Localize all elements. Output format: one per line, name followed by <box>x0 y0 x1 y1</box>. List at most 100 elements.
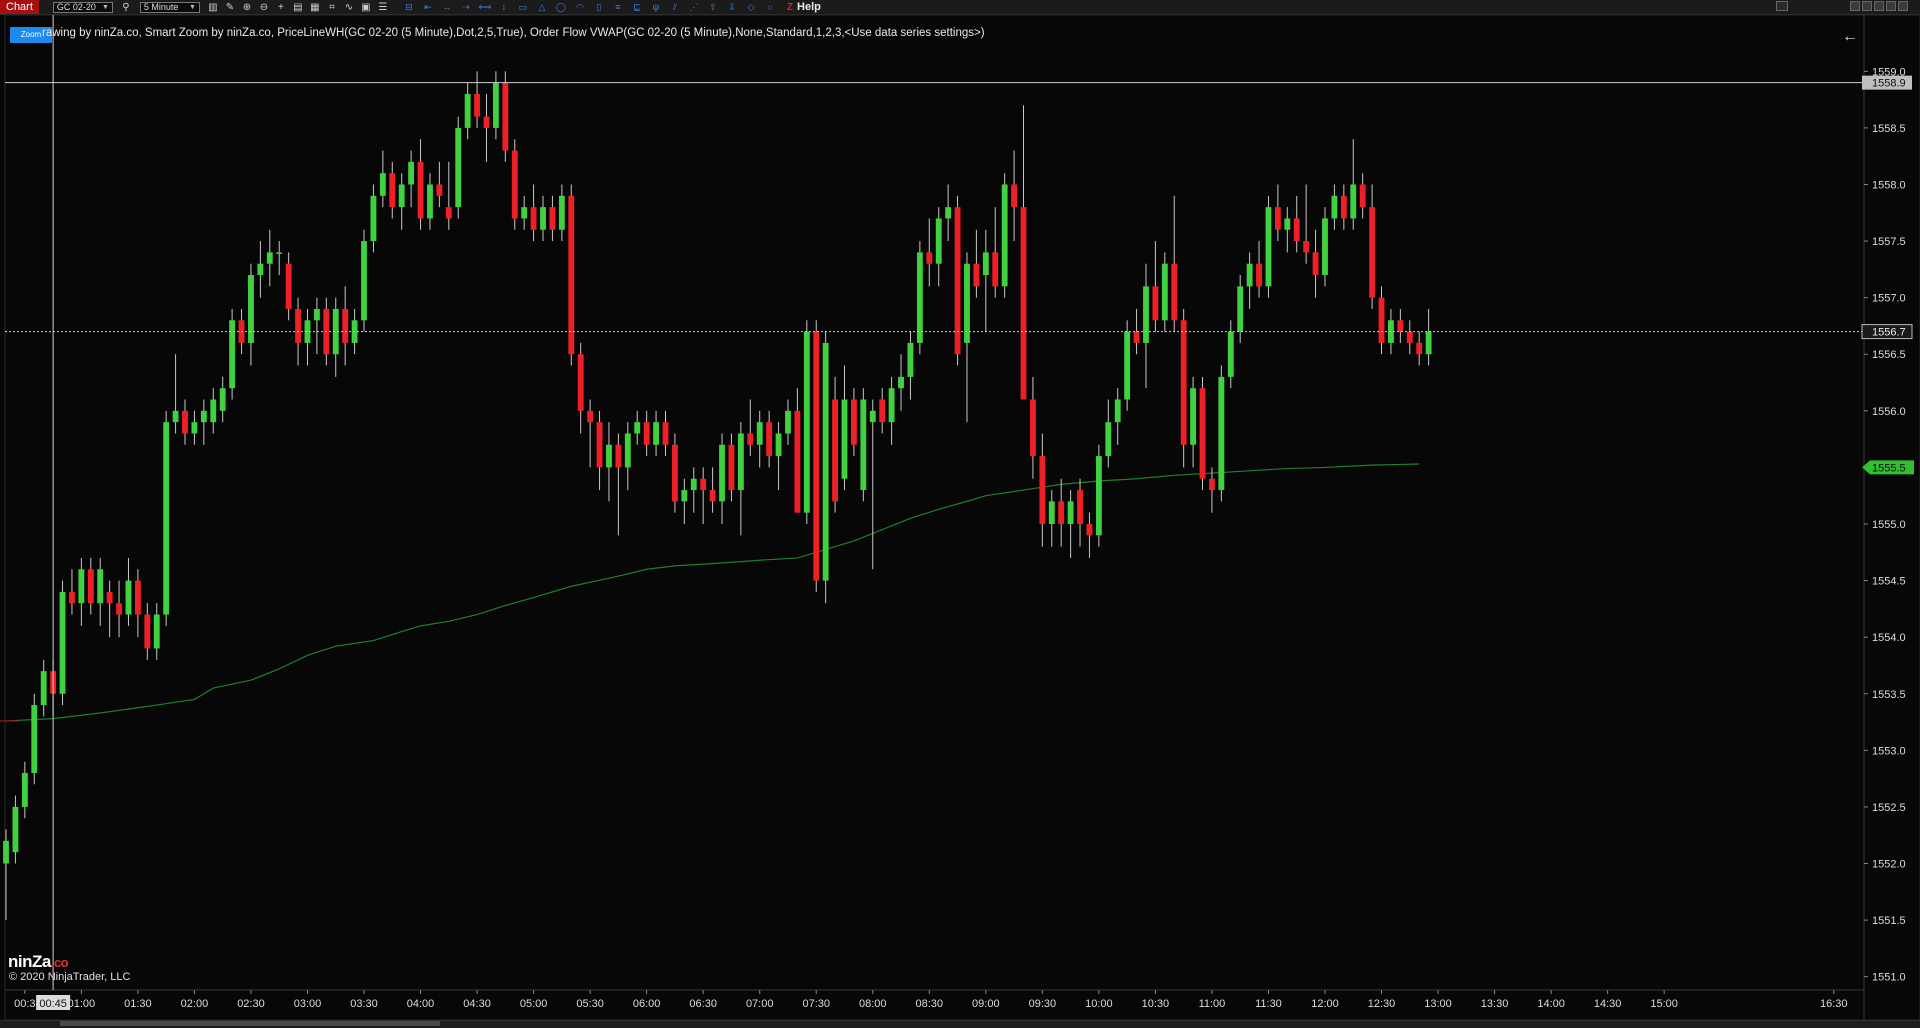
candle-down[interactable] <box>879 399 886 423</box>
candle-up[interactable] <box>606 444 612 468</box>
candle-up[interactable] <box>153 614 160 649</box>
candle-up[interactable] <box>1143 286 1149 343</box>
candle-up[interactable] <box>492 82 499 128</box>
candle-down[interactable] <box>1086 524 1093 536</box>
candle-up[interactable] <box>558 195 565 230</box>
candle-down[interactable] <box>709 490 716 502</box>
candle-down[interactable] <box>116 603 122 615</box>
candle-down[interactable] <box>1030 399 1036 457</box>
candle-up[interactable] <box>1227 331 1234 377</box>
candle-down[interactable] <box>813 331 820 581</box>
candle-up[interactable] <box>1190 388 1197 445</box>
candle-up[interactable] <box>12 806 19 853</box>
candle-down[interactable] <box>530 207 537 230</box>
candle-down[interactable] <box>144 614 151 649</box>
candle-up[interactable] <box>737 433 744 491</box>
candle-up[interactable] <box>257 263 264 276</box>
candle-down[interactable] <box>1293 218 1300 242</box>
candle-down[interactable] <box>1340 195 1347 219</box>
candle-up[interactable] <box>756 422 763 445</box>
candle-down[interactable] <box>445 207 452 219</box>
candle-up[interactable] <box>313 308 320 321</box>
candle-up[interactable] <box>935 218 942 264</box>
candle-up[interactable] <box>3 840 9 864</box>
candle-down[interactable] <box>662 422 669 445</box>
candle-down[interactable] <box>671 444 678 502</box>
candle-up[interactable] <box>624 433 631 468</box>
candle-down[interactable] <box>1359 184 1366 208</box>
candle-up[interactable] <box>869 410 876 423</box>
candle-up[interactable] <box>1284 218 1291 230</box>
candle-down[interactable] <box>1011 184 1018 208</box>
back-arrow-icon[interactable]: ← <box>1842 28 1858 46</box>
candle-up[interactable] <box>1048 501 1055 524</box>
candle-down[interactable] <box>1256 263 1262 287</box>
candle-up[interactable] <box>40 671 47 706</box>
candle-up[interactable] <box>822 342 829 581</box>
candle-down[interactable] <box>549 207 556 230</box>
candle-down[interactable] <box>1020 207 1027 400</box>
candle-down[interactable] <box>850 399 857 445</box>
candle-down[interactable] <box>1406 331 1413 343</box>
candle-down[interactable] <box>973 263 980 287</box>
candle-down[interactable] <box>1058 501 1065 524</box>
candle-up[interactable] <box>163 422 170 615</box>
candle-down[interactable] <box>1133 331 1140 343</box>
candle-down[interactable] <box>700 478 707 491</box>
candle-up[interactable] <box>200 410 207 423</box>
candle-down[interactable] <box>747 433 754 445</box>
candle-down[interactable] <box>1209 478 1215 491</box>
candle-up[interactable] <box>1105 422 1112 457</box>
candle-down[interactable] <box>568 195 575 355</box>
candle-up[interactable] <box>785 410 791 434</box>
candle-up[interactable] <box>634 422 641 434</box>
candle-up[interactable] <box>681 490 688 502</box>
candle-down[interactable] <box>728 444 735 491</box>
candle-up[interactable] <box>464 93 471 128</box>
candle-down[interactable] <box>502 82 509 151</box>
candle-up[interactable] <box>31 705 38 773</box>
candle-down[interactable] <box>954 207 961 355</box>
candle-up[interactable] <box>1218 376 1225 491</box>
candle-down[interactable] <box>1397 320 1404 332</box>
price-chart[interactable]: 1551.0 1551.5 1552.0 1552.5 1553.0 1553.5 1554… <box>0 0 1920 1027</box>
candle-down[interactable] <box>295 308 301 343</box>
candle-up[interactable] <box>455 127 462 208</box>
candle-down[interactable] <box>1039 456 1046 524</box>
candle-down[interactable] <box>285 263 292 309</box>
candle-up[interactable] <box>907 342 914 377</box>
candle-up[interactable] <box>276 252 283 254</box>
candle-up[interactable] <box>521 207 528 219</box>
candle-up[interactable] <box>59 591 66 694</box>
candle-up[interactable] <box>1237 286 1244 332</box>
candle-up[interactable] <box>1067 501 1074 524</box>
candle-up[interactable] <box>408 161 415 185</box>
candle-down[interactable] <box>596 422 603 468</box>
candle-up[interactable] <box>191 422 198 434</box>
candle-up[interactable] <box>719 444 725 502</box>
candle-up[interactable] <box>775 433 782 457</box>
candle-up[interactable] <box>916 252 923 343</box>
candle-down[interactable] <box>832 399 838 502</box>
candle-up[interactable] <box>964 263 970 343</box>
candle-up[interactable] <box>379 173 386 196</box>
candle-down[interactable] <box>483 116 490 128</box>
candle-down[interactable] <box>342 308 349 343</box>
candle-up[interactable] <box>888 388 895 423</box>
candle-down[interactable] <box>615 444 622 468</box>
candle-down[interactable] <box>417 161 424 219</box>
candle-up[interactable] <box>172 410 179 423</box>
candle-down[interactable] <box>1303 241 1310 253</box>
candle-up[interactable] <box>653 422 659 445</box>
candle-down[interactable] <box>1180 320 1187 445</box>
candle-down[interactable] <box>134 580 141 615</box>
candle-up[interactable] <box>1001 184 1008 287</box>
candle-up[interactable] <box>125 580 132 615</box>
candle-down[interactable] <box>794 410 801 513</box>
candle-up[interactable] <box>690 478 697 491</box>
candle-up[interactable] <box>266 252 273 264</box>
candle-up[interactable] <box>97 569 104 604</box>
candle-up[interactable] <box>1322 218 1328 276</box>
candle-down[interactable] <box>1199 388 1206 479</box>
candle-up[interactable] <box>1114 399 1121 423</box>
